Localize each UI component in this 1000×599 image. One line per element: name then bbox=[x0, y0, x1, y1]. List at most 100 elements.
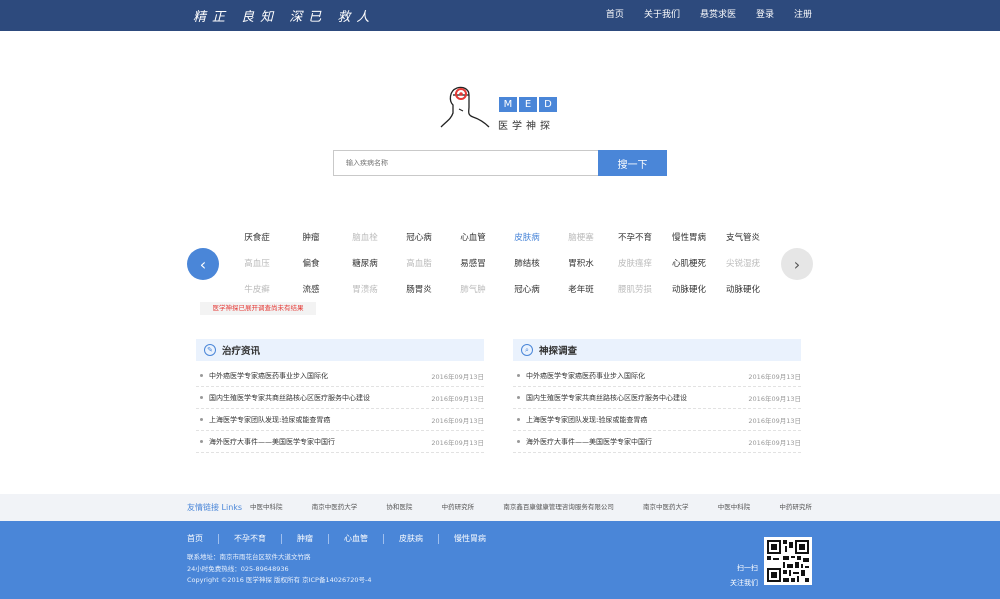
disease-tag-grid: 厌食症 肿瘤 脑血栓 冠心病 心血管 皮肤病 脑梗塞 不孕不育 慢性胃病 支气管炎 高血压 偏食 糖尿病… bbox=[230, 230, 770, 308]
top-nav: 首页 关于我们 悬赏求医 登录 注册 bbox=[586, 0, 812, 31]
news-list: 中外癌医学专家癌医药事业步入国际化 2016年09月13日 国内生殖医学专家共商丝路… bbox=[196, 365, 484, 453]
friend-link[interactable]: 南京中医药大学 bbox=[312, 494, 358, 521]
friend-link[interactable]: 中药研究所 bbox=[442, 494, 475, 521]
news-item[interactable]: 中外癌医学专家癌医药事业步入国际化 2016年09月13日 bbox=[196, 365, 484, 387]
friend-link[interactable]: 中医中科院 bbox=[718, 494, 751, 521]
logo-letter-d: D bbox=[539, 97, 557, 112]
disease-tag[interactable]: 尖锐湿疣 bbox=[716, 256, 770, 282]
qr-label-scan: 扫一扫 bbox=[737, 564, 758, 572]
bullet-icon bbox=[517, 418, 520, 421]
footer-nav: 首页 不孕不育 肿瘤 心血管 皮肤病 慢性胃病 bbox=[187, 534, 501, 544]
disease-tag[interactable]: 动脉硬化 bbox=[716, 282, 770, 308]
disease-tag[interactable]: 糖尿病 bbox=[338, 256, 392, 282]
top-bar: 精正 良知 深已 救人 首页 关于我们 悬赏求医 登录 注册 bbox=[0, 0, 1000, 31]
disease-tag[interactable]: 胃积水 bbox=[554, 256, 608, 282]
disease-tag[interactable]: 脑梗塞 bbox=[554, 230, 608, 256]
disease-tag[interactable]: 冠心病 bbox=[500, 282, 554, 308]
news-title[interactable]: 上海医学专家团队发现:验尿或能查胃癌 bbox=[526, 415, 748, 425]
friend-link[interactable]: 协和医院 bbox=[386, 494, 412, 521]
disease-tag[interactable]: 高血压 bbox=[230, 256, 284, 282]
news-date: 2016年09月13日 bbox=[748, 394, 801, 403]
news-date: 2016年09月13日 bbox=[431, 416, 484, 425]
disease-tag[interactable]: 心血管 bbox=[446, 230, 500, 256]
qr-label-follow: 关注我们 bbox=[730, 579, 758, 587]
footer-copyright: Copyright ©2016 医学神探 版权所有 京ICP备14026720号… bbox=[187, 576, 372, 584]
tag-row: 厌食症 肿瘤 脑血栓 冠心病 心血管 皮肤病 脑梗塞 不孕不育 慢性胃病 支气管炎 bbox=[230, 230, 770, 256]
logo-letter-m: M bbox=[499, 97, 517, 112]
disease-tag[interactable]: 偏食 bbox=[284, 256, 338, 282]
disease-tag[interactable]: 腰肌劳损 bbox=[608, 282, 662, 308]
pen-icon: ✎ bbox=[204, 344, 216, 356]
bullet-icon bbox=[517, 374, 520, 377]
footer-nav-link[interactable]: 慢性胃病 bbox=[438, 534, 501, 544]
search-bar: 搜一下 bbox=[333, 150, 667, 176]
chevron-left-icon: ‹ bbox=[199, 254, 207, 274]
disease-tag[interactable]: 胃溃疡 bbox=[338, 282, 392, 308]
qr-label: 扫一扫 关注我们 bbox=[718, 561, 758, 591]
disease-tag[interactable]: 皮肤病 bbox=[500, 230, 554, 256]
news-title[interactable]: 中外癌医学专家癌医药事业步入国际化 bbox=[209, 371, 431, 381]
disease-tag[interactable]: 不孕不育 bbox=[608, 230, 662, 256]
disease-tag[interactable]: 肺结核 bbox=[500, 256, 554, 282]
disease-tag[interactable]: 心肌梗死 bbox=[662, 256, 716, 282]
nav-bounty[interactable]: 悬赏求医 bbox=[700, 0, 736, 31]
news-item[interactable]: 海外医疗大事件——美国医学专家中国行 2016年09月13日 bbox=[513, 431, 801, 453]
disease-tag[interactable]: 皮肤瘙痒 bbox=[608, 256, 662, 282]
carousel-next-button[interactable]: › bbox=[781, 248, 813, 280]
news-item[interactable]: 海外医疗大事件——美国医学专家中国行 2016年09月13日 bbox=[196, 431, 484, 453]
footer-nav-link[interactable]: 首页 bbox=[187, 534, 218, 544]
news-list: 中外癌医学专家癌医药事业步入国际化 2016年09月13日 国内生殖医学专家共商丝路… bbox=[513, 365, 801, 453]
friend-link[interactable]: 中医中科院 bbox=[250, 494, 283, 521]
tag-row: 高血压 偏食 糖尿病 高血脂 易感冒 肺结核 胃积水 皮肤瘙痒 心肌梗死 尖锐湿疣 bbox=[230, 256, 770, 282]
nav-home[interactable]: 首页 bbox=[606, 0, 624, 31]
logo-letter-e: E bbox=[519, 97, 537, 112]
news-item[interactable]: 国内生殖医学专家共商丝路核心区医疗服务中心建设 2016年09月13日 bbox=[513, 387, 801, 409]
friend-link[interactable]: 中药研究所 bbox=[779, 494, 812, 521]
news-title[interactable]: 海外医疗大事件——美国医学专家中国行 bbox=[526, 437, 748, 447]
friend-link[interactable]: 南京中医药大学 bbox=[643, 494, 689, 521]
nav-login[interactable]: 登录 bbox=[756, 0, 774, 31]
news-item[interactable]: 上海医学专家团队发现:验尿或能查胃癌 2016年09月13日 bbox=[513, 409, 801, 431]
carousel-prev-button[interactable]: ‹ bbox=[187, 248, 219, 280]
news-item[interactable]: 中外癌医学专家癌医药事业步入国际化 2016年09月13日 bbox=[513, 365, 801, 387]
news-item[interactable]: 国内生殖医学专家共商丝路核心区医疗服务中心建设 2016年09月13日 bbox=[196, 387, 484, 409]
friend-link[interactable]: 南京鑫百康健康管理咨询服务有限公司 bbox=[503, 494, 614, 521]
footer-address: 联系地址：南京市雨花台区软件大道文竹路 bbox=[187, 553, 311, 561]
news-date: 2016年09月13日 bbox=[431, 438, 484, 447]
footer-nav-link[interactable]: 皮肤病 bbox=[383, 534, 438, 544]
disease-tag[interactable]: 老年斑 bbox=[554, 282, 608, 308]
news-title[interactable]: 海外医疗大事件——美国医学专家中国行 bbox=[209, 437, 431, 447]
disease-tag[interactable]: 支气管炎 bbox=[716, 230, 770, 256]
panel-title: 神探调查 bbox=[539, 346, 578, 357]
disease-tag[interactable]: 厌食症 bbox=[230, 230, 284, 256]
nav-register[interactable]: 注册 bbox=[794, 0, 812, 31]
disease-tag[interactable]: 冠心病 bbox=[392, 230, 446, 256]
disease-tag[interactable]: 高血脂 bbox=[392, 256, 446, 282]
news-title[interactable]: 上海医学专家团队发现:验尿或能查胃癌 bbox=[209, 415, 431, 425]
footer-nav-link[interactable]: 心血管 bbox=[328, 534, 383, 544]
disease-tag[interactable]: 动脉硬化 bbox=[662, 282, 716, 308]
disease-tag[interactable]: 易感冒 bbox=[446, 256, 500, 282]
disease-tag[interactable]: 肠胃炎 bbox=[392, 282, 446, 308]
disease-tag[interactable]: 脑血栓 bbox=[338, 230, 392, 256]
search-button[interactable]: 搜一下 bbox=[598, 150, 667, 176]
search-input[interactable] bbox=[333, 150, 598, 176]
logo-letters: M E D bbox=[499, 97, 559, 112]
footer-nav-link[interactable]: 肿瘤 bbox=[281, 534, 328, 544]
bullet-icon bbox=[200, 418, 203, 421]
bullet-icon bbox=[200, 374, 203, 377]
qr-code-icon bbox=[764, 537, 812, 585]
disease-tag[interactable]: 慢性胃病 bbox=[662, 230, 716, 256]
nav-about[interactable]: 关于我们 bbox=[644, 0, 680, 31]
footer-nav-link[interactable]: 不孕不育 bbox=[218, 534, 281, 544]
news-title[interactable]: 国内生殖医学专家共商丝路核心区医疗服务中心建设 bbox=[526, 393, 748, 403]
news-item[interactable]: 上海医学专家团队发现:验尿或能查胃癌 2016年09月13日 bbox=[196, 409, 484, 431]
footer-info: 联系地址：南京市雨花台区软件大道文竹路 24小时免费热线：025-8964893… bbox=[187, 552, 372, 587]
news-date: 2016年09月13日 bbox=[431, 394, 484, 403]
disease-tag[interactable]: 肺气肿 bbox=[446, 282, 500, 308]
news-title[interactable]: 国内生殖医学专家共商丝路核心区医疗服务中心建设 bbox=[209, 393, 431, 403]
slogan: 精正 良知 深已 救人 bbox=[193, 10, 376, 25]
news-title[interactable]: 中外癌医学专家癌医药事业步入国际化 bbox=[526, 371, 748, 381]
disease-tag[interactable]: 肿瘤 bbox=[284, 230, 338, 256]
news-date: 2016年09月13日 bbox=[748, 416, 801, 425]
